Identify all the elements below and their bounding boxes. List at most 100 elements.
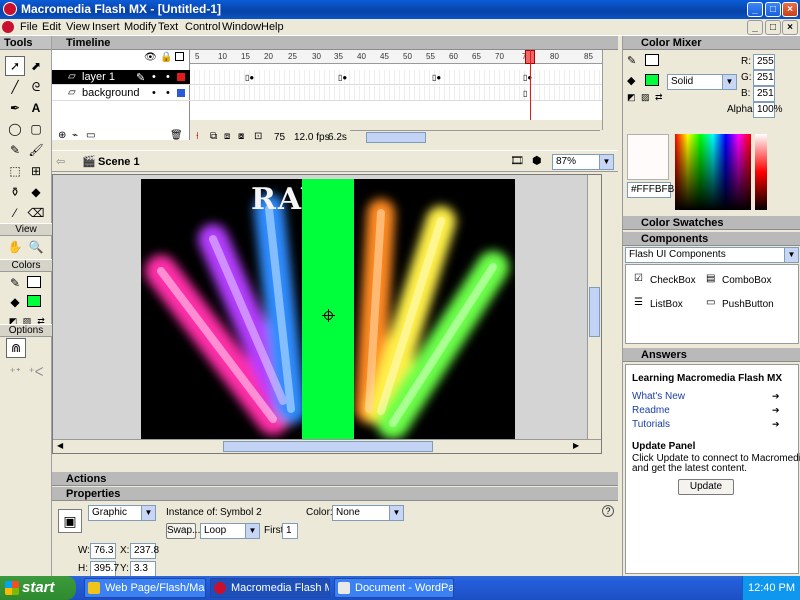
stage-area[interactable]: RAVE ◀ ▶ — [52, 174, 602, 454]
keyframe[interactable]: ▯● — [338, 73, 347, 82]
close-button[interactable]: × — [782, 2, 798, 17]
eraser-tool-icon[interactable]: ⌫ — [26, 203, 46, 223]
brightness-slider[interactable] — [755, 134, 767, 210]
keyframe[interactable]: ▯ — [523, 89, 527, 98]
blue-field[interactable]: 251 — [753, 86, 775, 102]
brush-tool-icon[interactable]: 🖌 — [26, 140, 46, 160]
text-tool-icon[interactable]: A — [26, 98, 46, 118]
keyframe[interactable]: ▯● — [245, 73, 254, 82]
arrow-link-icon[interactable]: ➔ — [772, 391, 780, 402]
menu-modify[interactable]: Modify — [124, 21, 156, 33]
menu-view[interactable]: View — [66, 21, 90, 33]
task-web-page[interactable]: Web Page/Flash/Mas... — [84, 578, 206, 598]
alpha-field[interactable]: 100% — [753, 102, 783, 118]
maximize-button[interactable]: □ — [765, 2, 781, 17]
lasso-tool-icon[interactable]: ᘓ — [26, 77, 46, 97]
menu-window[interactable]: Window — [222, 21, 261, 33]
stage-hscrollbar[interactable]: ◀ ▶ — [53, 439, 601, 453]
subselect-tool-icon[interactable]: ⬈ — [26, 56, 46, 76]
timeline-vscrollbar[interactable] — [602, 50, 616, 130]
answers-header[interactable]: Answers — [623, 348, 800, 362]
edit-symbols-icon[interactable]: ⬢ — [532, 154, 542, 167]
stroke-color-swatch[interactable] — [27, 276, 41, 288]
combobox-component-icon[interactable]: ▤ — [706, 273, 715, 284]
onion-outline-icon[interactable]: ⧈ — [224, 131, 230, 142]
fill-color-icon[interactable]: ◆ — [5, 292, 25, 312]
timeline-header[interactable]: Timeline — [52, 36, 618, 50]
add-guide-layer-icon[interactable]: ⌁ — [72, 130, 78, 141]
timeline-hscrollbar[interactable] — [350, 130, 600, 144]
pen-tool-icon[interactable]: ✒ — [5, 98, 25, 118]
snap-magnet-icon[interactable]: ⋒ — [6, 338, 26, 358]
line-tool-icon[interactable]: ╱ — [5, 77, 25, 97]
zoom-select[interactable]: 87% ▼ — [552, 154, 614, 170]
insert-folder-icon[interactable]: ▭ — [86, 130, 95, 141]
height-field[interactable]: 395.7 — [90, 561, 119, 577]
menu-file[interactable]: File — [20, 21, 38, 33]
onion-markers-icon[interactable]: ⊡ — [254, 131, 262, 142]
fill-color-swatch[interactable] — [27, 295, 41, 307]
back-arrow-icon[interactable]: ⇦ — [56, 155, 65, 168]
green-field[interactable]: 251 — [753, 70, 775, 86]
width-field[interactable]: 76.3 — [90, 543, 116, 559]
doc-restore-button[interactable]: □ — [765, 20, 781, 35]
keyframe[interactable]: ▯● — [432, 73, 441, 82]
doc-close-button[interactable]: × — [782, 20, 798, 35]
layer-color-swatch[interactable] — [177, 89, 185, 97]
swap-button[interactable]: Swap... — [166, 523, 200, 539]
insert-layer-icon[interactable]: ⊕ — [58, 130, 66, 141]
update-button[interactable]: Update — [678, 479, 734, 495]
clock[interactable]: 12:40 PM — [748, 582, 795, 594]
free-transform-tool-icon[interactable]: ⬚ — [5, 161, 25, 181]
lock-dot-icon[interactable]: • — [166, 87, 170, 99]
ink-bottle-tool-icon[interactable]: ⚱ — [5, 182, 25, 202]
timeline-hscroll-thumb[interactable] — [366, 132, 426, 143]
task-flash[interactable]: Macromedia Flash MX... — [210, 578, 330, 598]
straighten-option-icon[interactable]: ⁺ᐸ — [26, 362, 46, 382]
layer-row-background[interactable]: ▱ background • • — [52, 86, 190, 101]
layer-row-layer-1[interactable]: ▱ layer 1 ✎ • • — [52, 70, 190, 85]
mixer-swap-colors-icon[interactable]: ⇄ — [655, 92, 663, 103]
component-checkbox[interactable]: CheckBox — [650, 275, 696, 286]
checkbox-component-icon[interactable]: ☑ — [634, 273, 643, 284]
visible-dot-icon[interactable]: • — [152, 87, 156, 99]
component-pushbutton[interactable]: PushButton — [722, 299, 774, 310]
hex-field[interactable]: #FFFBFB — [627, 182, 674, 198]
menu-insert[interactable]: Insert — [92, 21, 120, 33]
red-field[interactable]: 255 — [753, 54, 775, 70]
menu-edit[interactable]: Edit — [42, 21, 61, 33]
layer-color-swatch[interactable] — [177, 73, 185, 81]
zoom-tool-icon[interactable]: 🔍 — [26, 237, 46, 257]
color-effect-select[interactable]: None ▼ — [332, 505, 404, 521]
stroke-color-icon[interactable]: ✎ — [5, 273, 25, 293]
arrow-link-icon[interactable]: ➔ — [772, 405, 780, 416]
x-field[interactable]: 237.8 — [130, 543, 159, 559]
frame-ruler[interactable]: 5 10 15 20 25 30 35 40 45 50 55 60 65 70… — [190, 50, 602, 64]
frame-grid[interactable]: 5 10 15 20 25 30 35 40 45 50 55 60 65 70… — [190, 50, 602, 120]
frame-row-layer-1[interactable]: ▯● ▯● ▯● ▯● — [190, 70, 602, 85]
fill-bucket-icon[interactable]: ◆ — [627, 74, 635, 87]
lock-dot-icon[interactable]: • — [166, 71, 170, 83]
onion-skin-icon[interactable]: ⧉ — [210, 131, 217, 142]
stage-vscrollbar[interactable] — [587, 175, 601, 439]
paint-bucket-tool-icon[interactable]: ◆ — [26, 182, 46, 202]
task-wordpad[interactable]: Document - WordPad — [334, 578, 454, 598]
edit-multiple-frames-icon[interactable]: ⧇ — [238, 131, 244, 142]
visible-dot-icon[interactable]: • — [152, 71, 156, 83]
pencil-tool-icon[interactable]: ✎ — [5, 140, 25, 160]
start-button[interactable]: start — [0, 576, 76, 600]
mixer-fill-swatch[interactable] — [645, 74, 659, 86]
frame-row-background[interactable]: ▯ — [190, 86, 602, 101]
y-field[interactable]: 3.3 — [130, 561, 156, 577]
actions-panel-header[interactable]: Actions — [52, 472, 618, 486]
oval-tool-icon[interactable]: ◯ — [5, 119, 25, 139]
first-frame-field[interactable]: 1 — [282, 523, 298, 539]
minimize-button[interactable]: _ — [747, 2, 763, 17]
component-combobox[interactable]: ComboBox — [722, 275, 771, 286]
help-icon[interactable]: ? — [602, 505, 614, 517]
fill-type-select[interactable]: Solid ▼ — [667, 74, 737, 90]
listbox-component-icon[interactable]: ☰ — [634, 297, 643, 308]
outline-icon[interactable] — [175, 52, 184, 61]
arrow-tool-icon[interactable]: ➚ — [5, 56, 25, 76]
components-header[interactable]: Components — [623, 232, 800, 246]
